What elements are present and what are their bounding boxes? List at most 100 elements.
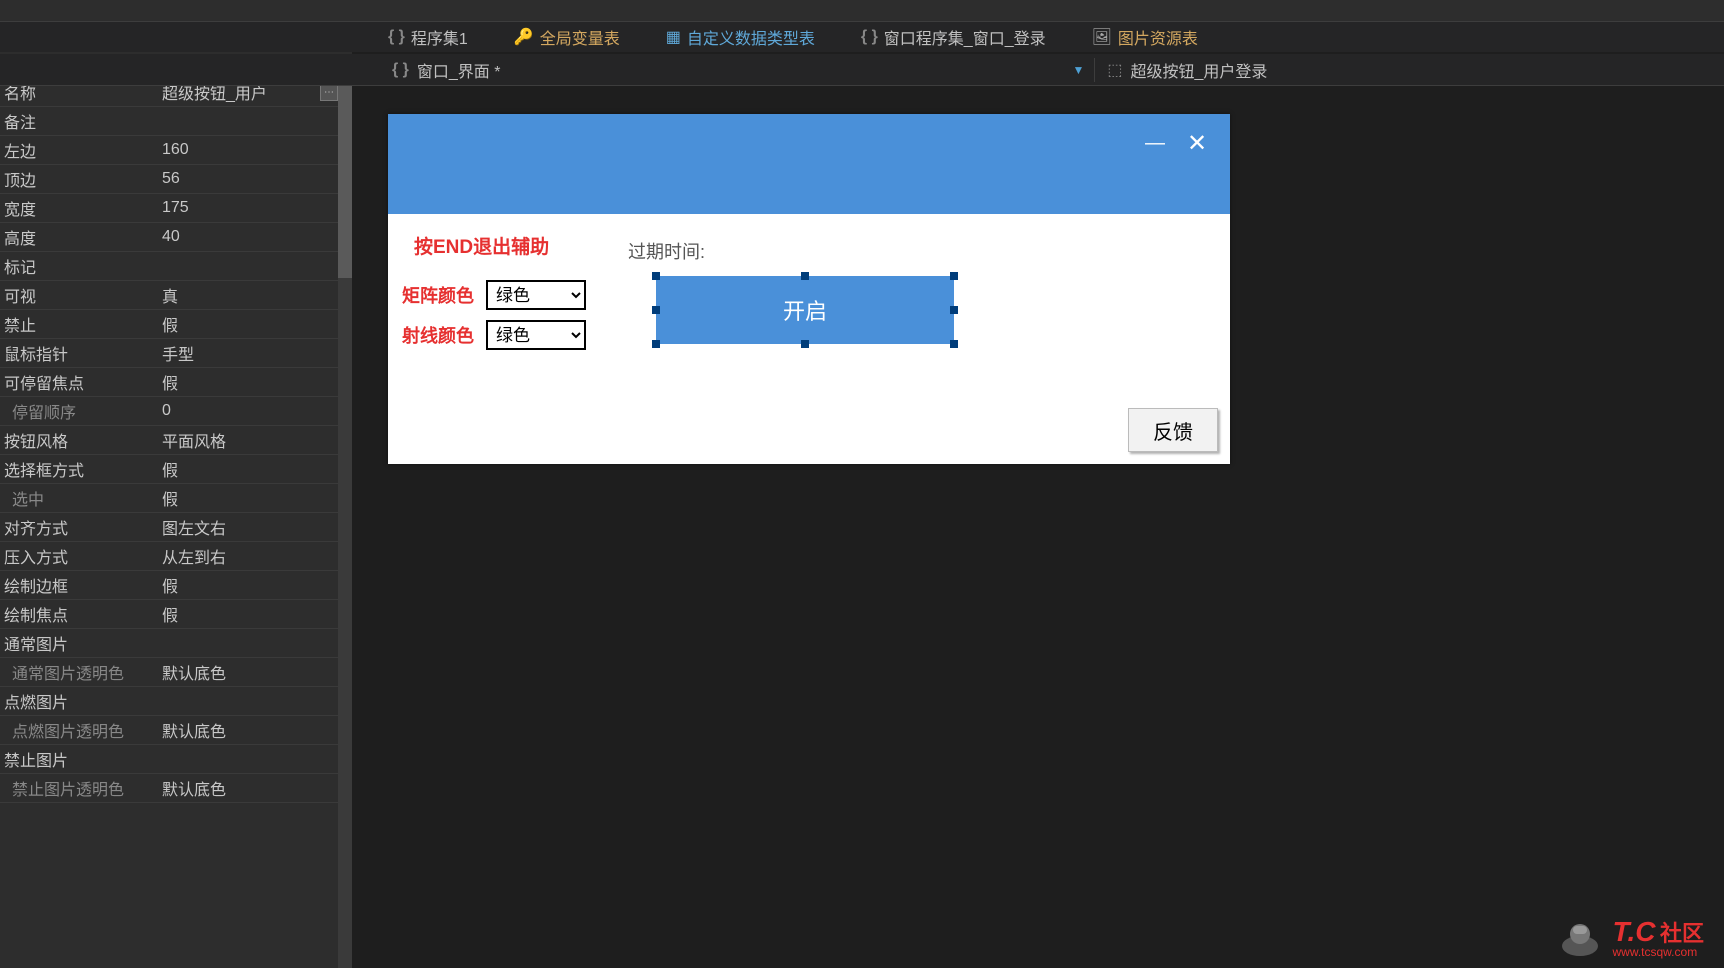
property-label: 按钮风格 <box>0 428 158 452</box>
property-row[interactable]: 通常图片透明色默认底色 <box>0 658 352 687</box>
property-label: 压入方式 <box>0 544 158 568</box>
start-button[interactable]: 开启 <box>656 276 954 344</box>
property-row[interactable]: 高度40 <box>0 223 352 252</box>
property-label: 禁止图片透明色 <box>0 776 158 800</box>
property-row[interactable]: 禁止图片 <box>0 745 352 774</box>
property-row[interactable]: 可视真 <box>0 281 352 310</box>
property-row[interactable]: 禁止假 <box>0 310 352 339</box>
expire-time-label: 过期时间: <box>628 238 705 264</box>
tab-label: 图片资源表 <box>1118 25 1198 49</box>
property-value[interactable]: 假 <box>158 486 352 510</box>
resize-handle-ml[interactable] <box>652 306 660 314</box>
property-value[interactable]: 假 <box>158 312 352 336</box>
tab-自定义数据类型表[interactable]: ▦ 自定义数据类型表 <box>658 25 823 49</box>
tab-window-ui[interactable]: { } 窗口_界面 * <box>380 58 512 82</box>
property-value[interactable]: 手型 <box>158 341 352 365</box>
property-row[interactable]: 鼠标指针手型 <box>0 339 352 368</box>
design-form-window[interactable]: — ✕ 按END退出辅助 过期时间: 矩阵颜色 绿色 射线颜色 绿色 开启 <box>388 114 1230 464</box>
resize-handle-bm[interactable] <box>801 340 809 348</box>
property-label: 可停留焦点 <box>0 370 158 394</box>
top-toolbar <box>0 0 1724 22</box>
form-titlebar: — ✕ <box>388 114 1230 214</box>
resize-handle-tm[interactable] <box>801 272 809 280</box>
resize-handle-bl[interactable] <box>652 340 660 348</box>
matrix-color-select[interactable]: 绿色 <box>486 280 586 310</box>
property-row[interactable]: 顶边56 <box>0 165 352 194</box>
grid-icon: ▦ <box>666 27 681 47</box>
property-label: 停留顺序 <box>0 399 158 423</box>
property-value[interactable]: 56 <box>158 170 352 188</box>
scrollbar-track[interactable] <box>338 78 352 968</box>
resize-handle-tl[interactable] <box>652 272 660 280</box>
tab-图片资源表[interactable]: 🖼图片资源表 <box>1084 25 1206 49</box>
property-row[interactable]: 备注 <box>0 107 352 136</box>
property-row[interactable]: 通常图片 <box>0 629 352 658</box>
property-value[interactable]: 假 <box>158 602 352 626</box>
tab-窗口程序集_窗口_登录[interactable]: { }窗口程序集_窗口_登录 <box>853 25 1054 49</box>
property-label: 宽度 <box>0 196 158 220</box>
watermark: T.C 社区 www.tcsqw.com <box>1555 918 1705 958</box>
ray-color-select[interactable]: 绿色 <box>486 320 586 350</box>
property-label: 对齐方式 <box>0 515 158 539</box>
property-row[interactable]: 绘制边框假 <box>0 571 352 600</box>
property-label: 禁止图片 <box>0 747 158 771</box>
tab-label: 窗口程序集_窗口_登录 <box>884 25 1046 49</box>
property-value[interactable]: 平面风格 <box>158 428 352 452</box>
tab-程序集1[interactable]: { }程序集1 <box>380 25 476 49</box>
property-value[interactable]: 0 <box>158 402 352 420</box>
property-value[interactable]: 假 <box>158 370 352 394</box>
property-row[interactable]: 禁止图片透明色默认底色 <box>0 774 352 803</box>
property-row[interactable]: 选择框方式假 <box>0 455 352 484</box>
resize-handle-br[interactable] <box>950 340 958 348</box>
property-value[interactable]: 从左到右 <box>158 544 352 568</box>
minimize-button[interactable]: — <box>1140 128 1170 158</box>
design-canvas: — ✕ 按END退出辅助 过期时间: 矩阵颜色 绿色 射线颜色 绿色 开启 <box>352 88 1724 968</box>
property-label: 高度 <box>0 225 158 249</box>
tab-label: 自定义数据类型表 <box>687 25 815 49</box>
property-value[interactable]: 图左文右 <box>158 515 352 539</box>
tab-window-ui-label: 窗口_界面 * <box>417 58 501 82</box>
secondary-tab-bar: { } 窗口_界面 * ▼ ⬚ 超级按钮_用户登录 <box>0 54 1724 86</box>
key-icon: 🔑 <box>514 27 534 47</box>
property-row[interactable]: 停留顺序0 <box>0 397 352 426</box>
property-value[interactable]: 160 <box>158 141 352 159</box>
property-label: 通常图片透明色 <box>0 660 158 684</box>
property-row[interactable]: 点燃图片透明色默认底色 <box>0 716 352 745</box>
property-value[interactable]: 假 <box>158 573 352 597</box>
property-row[interactable]: 压入方式从左到右 <box>0 542 352 571</box>
tab-super-button-label: 超级按钮_用户登录 <box>1131 58 1268 82</box>
property-row[interactable]: 对齐方式图左文右 <box>0 513 352 542</box>
property-row[interactable]: 选中假 <box>0 484 352 513</box>
resize-handle-tr[interactable] <box>950 272 958 280</box>
property-row[interactable]: 可停留焦点假 <box>0 368 352 397</box>
property-label: 标记 <box>0 254 158 278</box>
resize-handle-mr[interactable] <box>950 306 958 314</box>
scrollbar-thumb[interactable] <box>338 78 352 278</box>
property-value[interactable]: 40 <box>158 228 352 246</box>
property-row[interactable]: 绘制焦点假 <box>0 600 352 629</box>
property-row[interactable]: 标记 <box>0 252 352 281</box>
property-value[interactable]: 真 <box>158 283 352 307</box>
tab-super-button-login[interactable]: ⬚ 超级按钮_用户登录 <box>1094 58 1279 82</box>
feedback-button[interactable]: 反馈 <box>1128 408 1218 452</box>
properties-grid: 名称超级按钮_用户⋯备注左边160顶边56宽度175高度40标记可视真禁止假鼠标… <box>0 78 352 803</box>
braces-icon: { } <box>392 61 409 79</box>
close-button[interactable]: ✕ <box>1182 128 1212 158</box>
property-value[interactable]: 默认底色 <box>158 776 352 800</box>
property-label: 绘制焦点 <box>0 602 158 626</box>
watermark-tc: T.C <box>1613 916 1656 947</box>
property-row[interactable]: 按钮风格平面风格 <box>0 426 352 455</box>
chevron-down-icon[interactable]: ▼ <box>1072 63 1084 77</box>
property-value[interactable]: 假 <box>158 457 352 481</box>
property-value[interactable]: 175 <box>158 199 352 217</box>
matrix-color-label: 矩阵颜色 <box>402 282 474 308</box>
property-label: 点燃图片 <box>0 689 158 713</box>
tab-全局变量表[interactable]: 🔑全局变量表 <box>506 25 628 49</box>
property-row[interactable]: 左边160 <box>0 136 352 165</box>
property-label: 选中 <box>0 486 158 510</box>
property-row[interactable]: 点燃图片 <box>0 687 352 716</box>
start-button-selection[interactable]: 开启 <box>656 276 954 344</box>
property-row[interactable]: 宽度175 <box>0 194 352 223</box>
property-value[interactable]: 默认底色 <box>158 660 352 684</box>
property-value[interactable]: 默认底色 <box>158 718 352 742</box>
